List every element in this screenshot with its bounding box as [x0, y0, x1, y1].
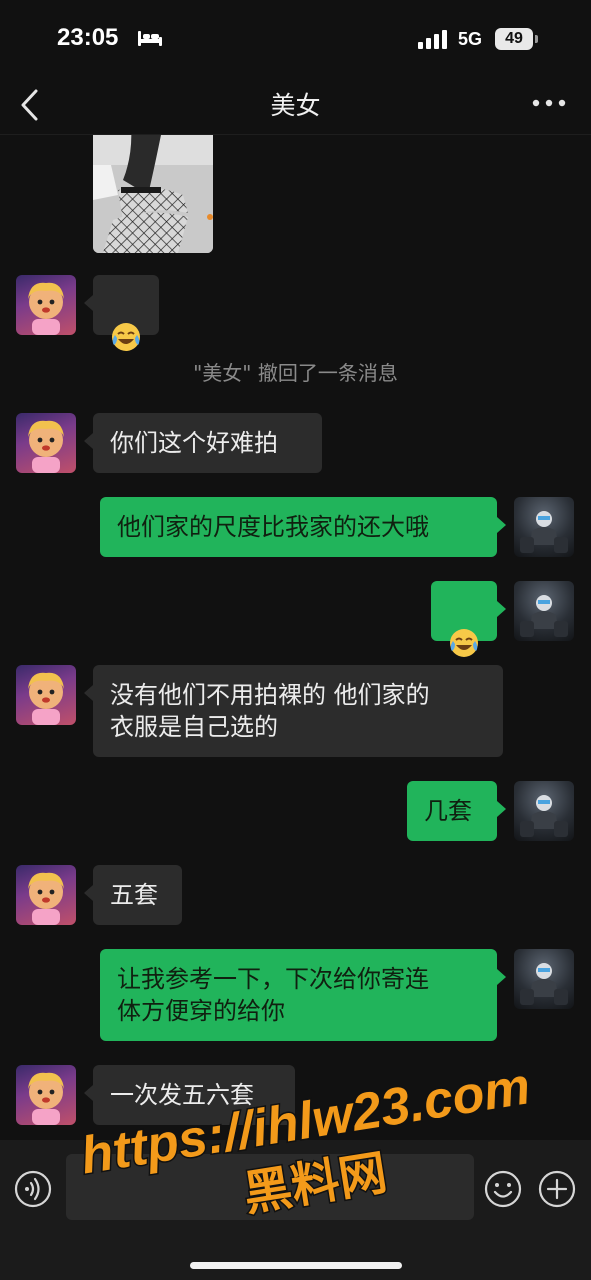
message-bubble-outgoing[interactable]: 让我参考一下，下次给你寄连 体方便穿的给你 [100, 949, 506, 1041]
my-avatar[interactable] [514, 497, 574, 557]
astronaut-figure-icon [520, 795, 568, 837]
network-type: 5G [458, 29, 483, 49]
contact-avatar[interactable] [16, 865, 76, 925]
chat-title: 美女 [270, 91, 321, 120]
message-bubble-emoji-outgoing[interactable] [431, 581, 506, 657]
battery-nub [535, 35, 538, 43]
site-watermark: https://ihlw23.com 黑料网 [75, 1070, 535, 1224]
astronaut-figure-icon [520, 963, 568, 1005]
message-bubble-incoming[interactable]: 你们这个好难拍 [84, 413, 322, 473]
more-icon[interactable] [532, 98, 566, 108]
my-avatar[interactable] [514, 781, 574, 841]
message-bubble-emoji[interactable] [84, 275, 159, 351]
cartoon-doll-icon [28, 420, 64, 473]
home-indicator [190, 1262, 402, 1269]
message-bubble-incoming[interactable]: 没有他们不用拍裸的 他们家的 衣服是自己选的 [84, 665, 503, 757]
contact-avatar[interactable] [16, 413, 76, 473]
signal-icon [418, 30, 447, 49]
astronaut-figure-icon [520, 595, 568, 637]
photo-thumbnail [93, 135, 213, 253]
image-message[interactable] [93, 135, 213, 253]
message-bubble-outgoing[interactable]: 他们家的尺度比我家的还大哦 [100, 497, 506, 557]
status-time: 23:05 [57, 24, 119, 51]
contact-avatar[interactable] [16, 275, 76, 335]
my-avatar[interactable] [514, 581, 574, 641]
cartoon-doll-icon [28, 872, 64, 925]
laugh-cry-emoji [112, 323, 140, 351]
laugh-cry-emoji [450, 629, 478, 657]
battery-indicator: 49 [495, 28, 533, 50]
cartoon-doll-icon [28, 282, 64, 335]
status-bar: 23:05 5G 49 [0, 0, 591, 80]
bed-icon [138, 31, 162, 46]
recall-notice: "美女" 撤回了一条消息 [193, 361, 398, 385]
message-bubble-incoming[interactable]: 五套 [84, 865, 182, 925]
message-list[interactable]: "美女" 撤回了一条消息 你们这个好难拍 他们家的尺度比我家的还大哦 没有他们不… [0, 135, 591, 1140]
message-bubble-outgoing[interactable]: 几套 [407, 781, 506, 841]
astronaut-figure-icon [520, 511, 568, 553]
cartoon-doll-icon [28, 672, 64, 725]
voice-icon[interactable] [14, 1170, 52, 1208]
contact-avatar[interactable] [16, 665, 76, 725]
chat-header: 美女 [0, 80, 591, 135]
my-avatar[interactable] [514, 949, 574, 1009]
